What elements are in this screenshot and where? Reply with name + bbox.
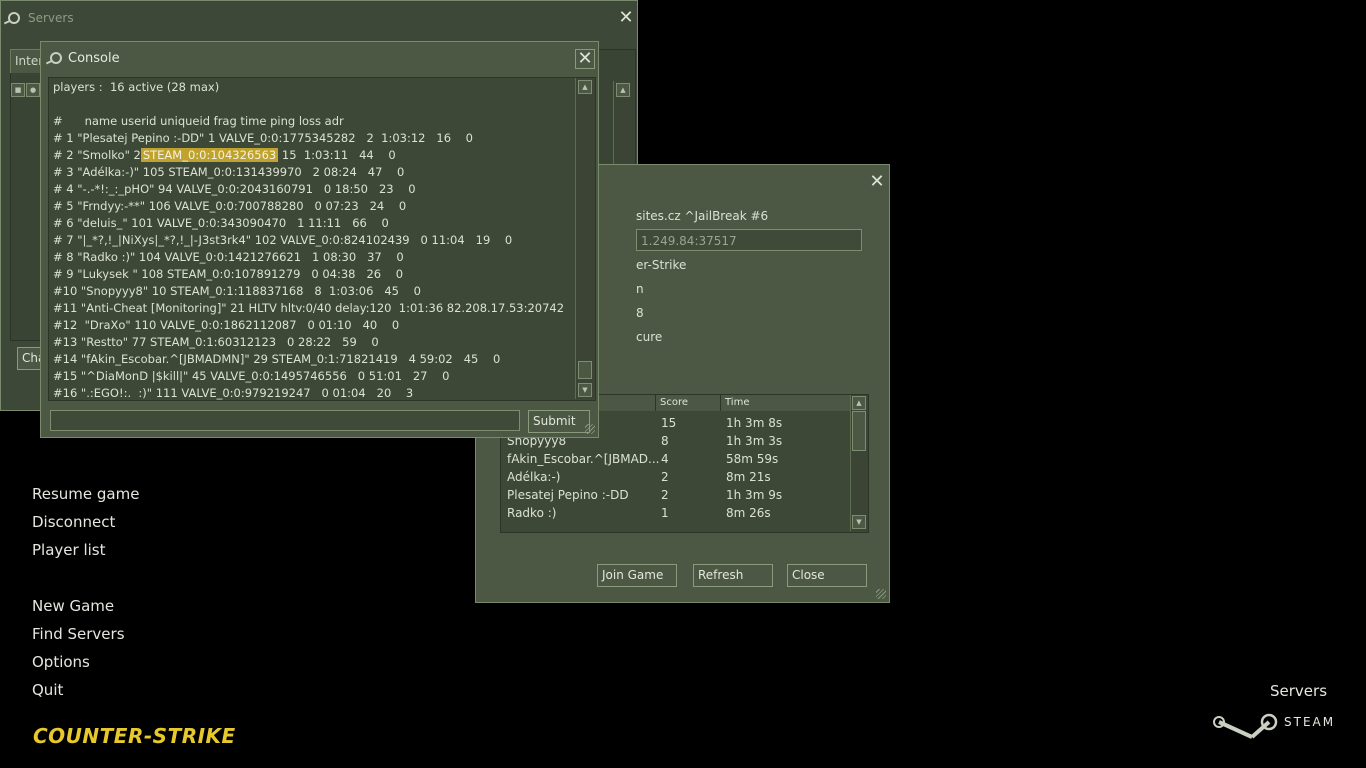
server-vac: cure bbox=[636, 330, 663, 344]
player-table-scrollbar[interactable]: ▲ ▼ bbox=[850, 395, 868, 531]
player-score: 15 bbox=[661, 416, 677, 430]
player-score: 8 bbox=[661, 434, 669, 448]
close-icon[interactable]: ✕ bbox=[575, 49, 595, 69]
console-line: #16 ".:EGO!:. :)" 111 VALVE_0:0:97921924… bbox=[53, 386, 414, 400]
console-line: #12 "DraXo" 110 VALVE_0:0:1862112087 0 0… bbox=[53, 318, 400, 332]
close-button[interactable]: Close bbox=[787, 564, 867, 587]
player-time: 1h 3m 9s bbox=[726, 488, 783, 502]
scroll-thumb[interactable] bbox=[852, 411, 866, 451]
menu-player-list[interactable]: Player list bbox=[32, 541, 105, 559]
menu-new-game[interactable]: New Game bbox=[32, 597, 114, 615]
console-output[interactable]: players : 16 active (28 max) # name useri… bbox=[48, 77, 596, 401]
refresh-button[interactable]: Refresh bbox=[693, 564, 773, 587]
console-line: # 6 "deluis_" 101 VALVE_0:0:343090470 1 … bbox=[53, 216, 389, 230]
player-time: 58m 59s bbox=[726, 452, 779, 466]
resize-grip-icon[interactable] bbox=[876, 589, 886, 599]
console-line: # 3 "Adélka:-)" 105 STEAM_0:0:131439970 … bbox=[53, 165, 405, 179]
menu-resume-game[interactable]: Resume game bbox=[32, 485, 139, 503]
console-command-input[interactable] bbox=[50, 410, 520, 431]
servers-window-title: Servers bbox=[28, 11, 74, 25]
player-time: 8m 26s bbox=[726, 506, 771, 520]
servers-link[interactable]: Servers bbox=[1270, 682, 1327, 700]
player-name: fAkin_Escobar.^[JBMAD... bbox=[507, 452, 660, 466]
server-address-field[interactable]: 1.249.84:37517 bbox=[636, 229, 862, 251]
console-line: # 5 "Frndyy:-**" 106 VALVE_0:0:700788280… bbox=[53, 199, 407, 213]
steam-wordmark: STEAM bbox=[1284, 715, 1336, 729]
close-icon[interactable]: ✕ bbox=[868, 173, 886, 191]
player-name: Plesatej Pepino :-DD bbox=[507, 488, 629, 502]
player-score: 1 bbox=[661, 506, 669, 520]
tab-internet[interactable]: Inter bbox=[10, 49, 44, 73]
table-row[interactable]: Adélka:-) 2 8m 21s bbox=[507, 468, 847, 486]
scroll-up-icon[interactable]: ▲ bbox=[616, 83, 630, 97]
console-line: #15 "^DiaMonD |$kill|" 45 VALVE_0:0:1495… bbox=[53, 369, 450, 383]
scroll-up-icon[interactable]: ▲ bbox=[852, 396, 866, 410]
console-line: # name userid uniqueid frag time ping lo… bbox=[53, 114, 344, 128]
table-row[interactable]: fAkin_Escobar.^[JBMAD... 4 58m 59s bbox=[507, 450, 847, 468]
player-score: 2 bbox=[661, 488, 669, 502]
console-line: # 8 "Radko :)" 104 VALVE_0:0:1421276621 … bbox=[53, 250, 404, 264]
close-icon[interactable]: ✕ bbox=[617, 9, 635, 27]
player-time: 1h 3m 8s bbox=[726, 416, 783, 430]
console-line-text: 15 1:03:11 44 0 bbox=[278, 148, 396, 162]
scroll-down-icon[interactable]: ▼ bbox=[852, 515, 866, 529]
server-players: 8 bbox=[636, 306, 644, 320]
console-line: # 9 "Lukysek " 108 STEAM_0:0:107891279 0… bbox=[53, 267, 404, 281]
lock-icon: ■ bbox=[11, 83, 25, 97]
server-game: er-Strike bbox=[636, 258, 687, 272]
console-line: # 1 "Plesatej Pepino :-DD" 1 VALVE_0:0:1… bbox=[53, 131, 473, 145]
menu-options[interactable]: Options bbox=[32, 653, 90, 671]
console-title: Console bbox=[68, 51, 120, 66]
player-score: 4 bbox=[661, 452, 669, 466]
table-row[interactable]: Plesatej Pepino :-DD 2 1h 3m 9s bbox=[507, 486, 847, 504]
player-time: 8m 21s bbox=[726, 470, 771, 484]
console-line: # 7 "|_*?,!_|NiXys|_*?,!_|-J3st3rk4" 102… bbox=[53, 233, 513, 247]
scroll-up-icon[interactable]: ▲ bbox=[578, 80, 592, 94]
counter-strike-logo: COUNTER-STRIKE bbox=[33, 724, 236, 748]
console-scrollbar[interactable]: ▲ ▼ bbox=[575, 78, 595, 399]
shield-icon: ● bbox=[26, 83, 40, 97]
console-line: #10 "Snopyyy8" 10 STEAM_0:1:118837168 8 … bbox=[53, 284, 421, 298]
join-game-button[interactable]: Join Game bbox=[597, 564, 677, 587]
server-map: n bbox=[636, 282, 644, 296]
console-line: #14 "fAkin_Escobar.^[JBMADMN]" 29 STEAM_… bbox=[53, 352, 501, 366]
scroll-thumb[interactable] bbox=[578, 361, 592, 379]
console-line: # 2 "Smolko" 2 STEAM_0:0:104326563 15 1:0… bbox=[53, 147, 396, 164]
console-line-text: # 2 "Smolko" 2 bbox=[53, 148, 141, 162]
console-window: Console ✕ players : 16 active (28 max) # … bbox=[40, 41, 599, 438]
player-time: 1h 3m 3s bbox=[726, 434, 783, 448]
scroll-down-icon[interactable]: ▼ bbox=[578, 383, 592, 397]
table-row[interactable]: Radko :) 1 8m 26s bbox=[507, 504, 847, 522]
console-line: #13 "Restto" 77 STEAM_0:1:60312123 0 28:… bbox=[53, 335, 379, 349]
console-line: players : 16 active (28 max) bbox=[53, 80, 220, 94]
col-header-score[interactable]: Score bbox=[656, 395, 721, 411]
steam-icon bbox=[50, 52, 62, 64]
menu-quit[interactable]: Quit bbox=[32, 681, 63, 699]
player-name: Radko :) bbox=[507, 506, 557, 520]
server-name: sites.cz ^JailBreak #6 bbox=[636, 209, 769, 223]
col-header-time[interactable]: Time bbox=[721, 395, 851, 411]
player-score: 2 bbox=[661, 470, 669, 484]
console-line: #11 "Anti-Cheat [Monitoring]" 21 HLTV hl… bbox=[53, 301, 565, 315]
steam-icon bbox=[8, 12, 20, 24]
resize-grip-icon[interactable] bbox=[585, 424, 595, 434]
menu-disconnect[interactable]: Disconnect bbox=[32, 513, 115, 531]
selected-steam-id[interactable]: STEAM_0:0:104326563 bbox=[140, 148, 279, 162]
menu-find-servers[interactable]: Find Servers bbox=[32, 625, 125, 643]
submit-button[interactable]: Submit bbox=[528, 410, 590, 433]
player-name: Adélka:-) bbox=[507, 470, 561, 484]
console-line: # 4 "-.-*!:_:_pHO" 94 VALVE_0:0:20431607… bbox=[53, 182, 416, 196]
